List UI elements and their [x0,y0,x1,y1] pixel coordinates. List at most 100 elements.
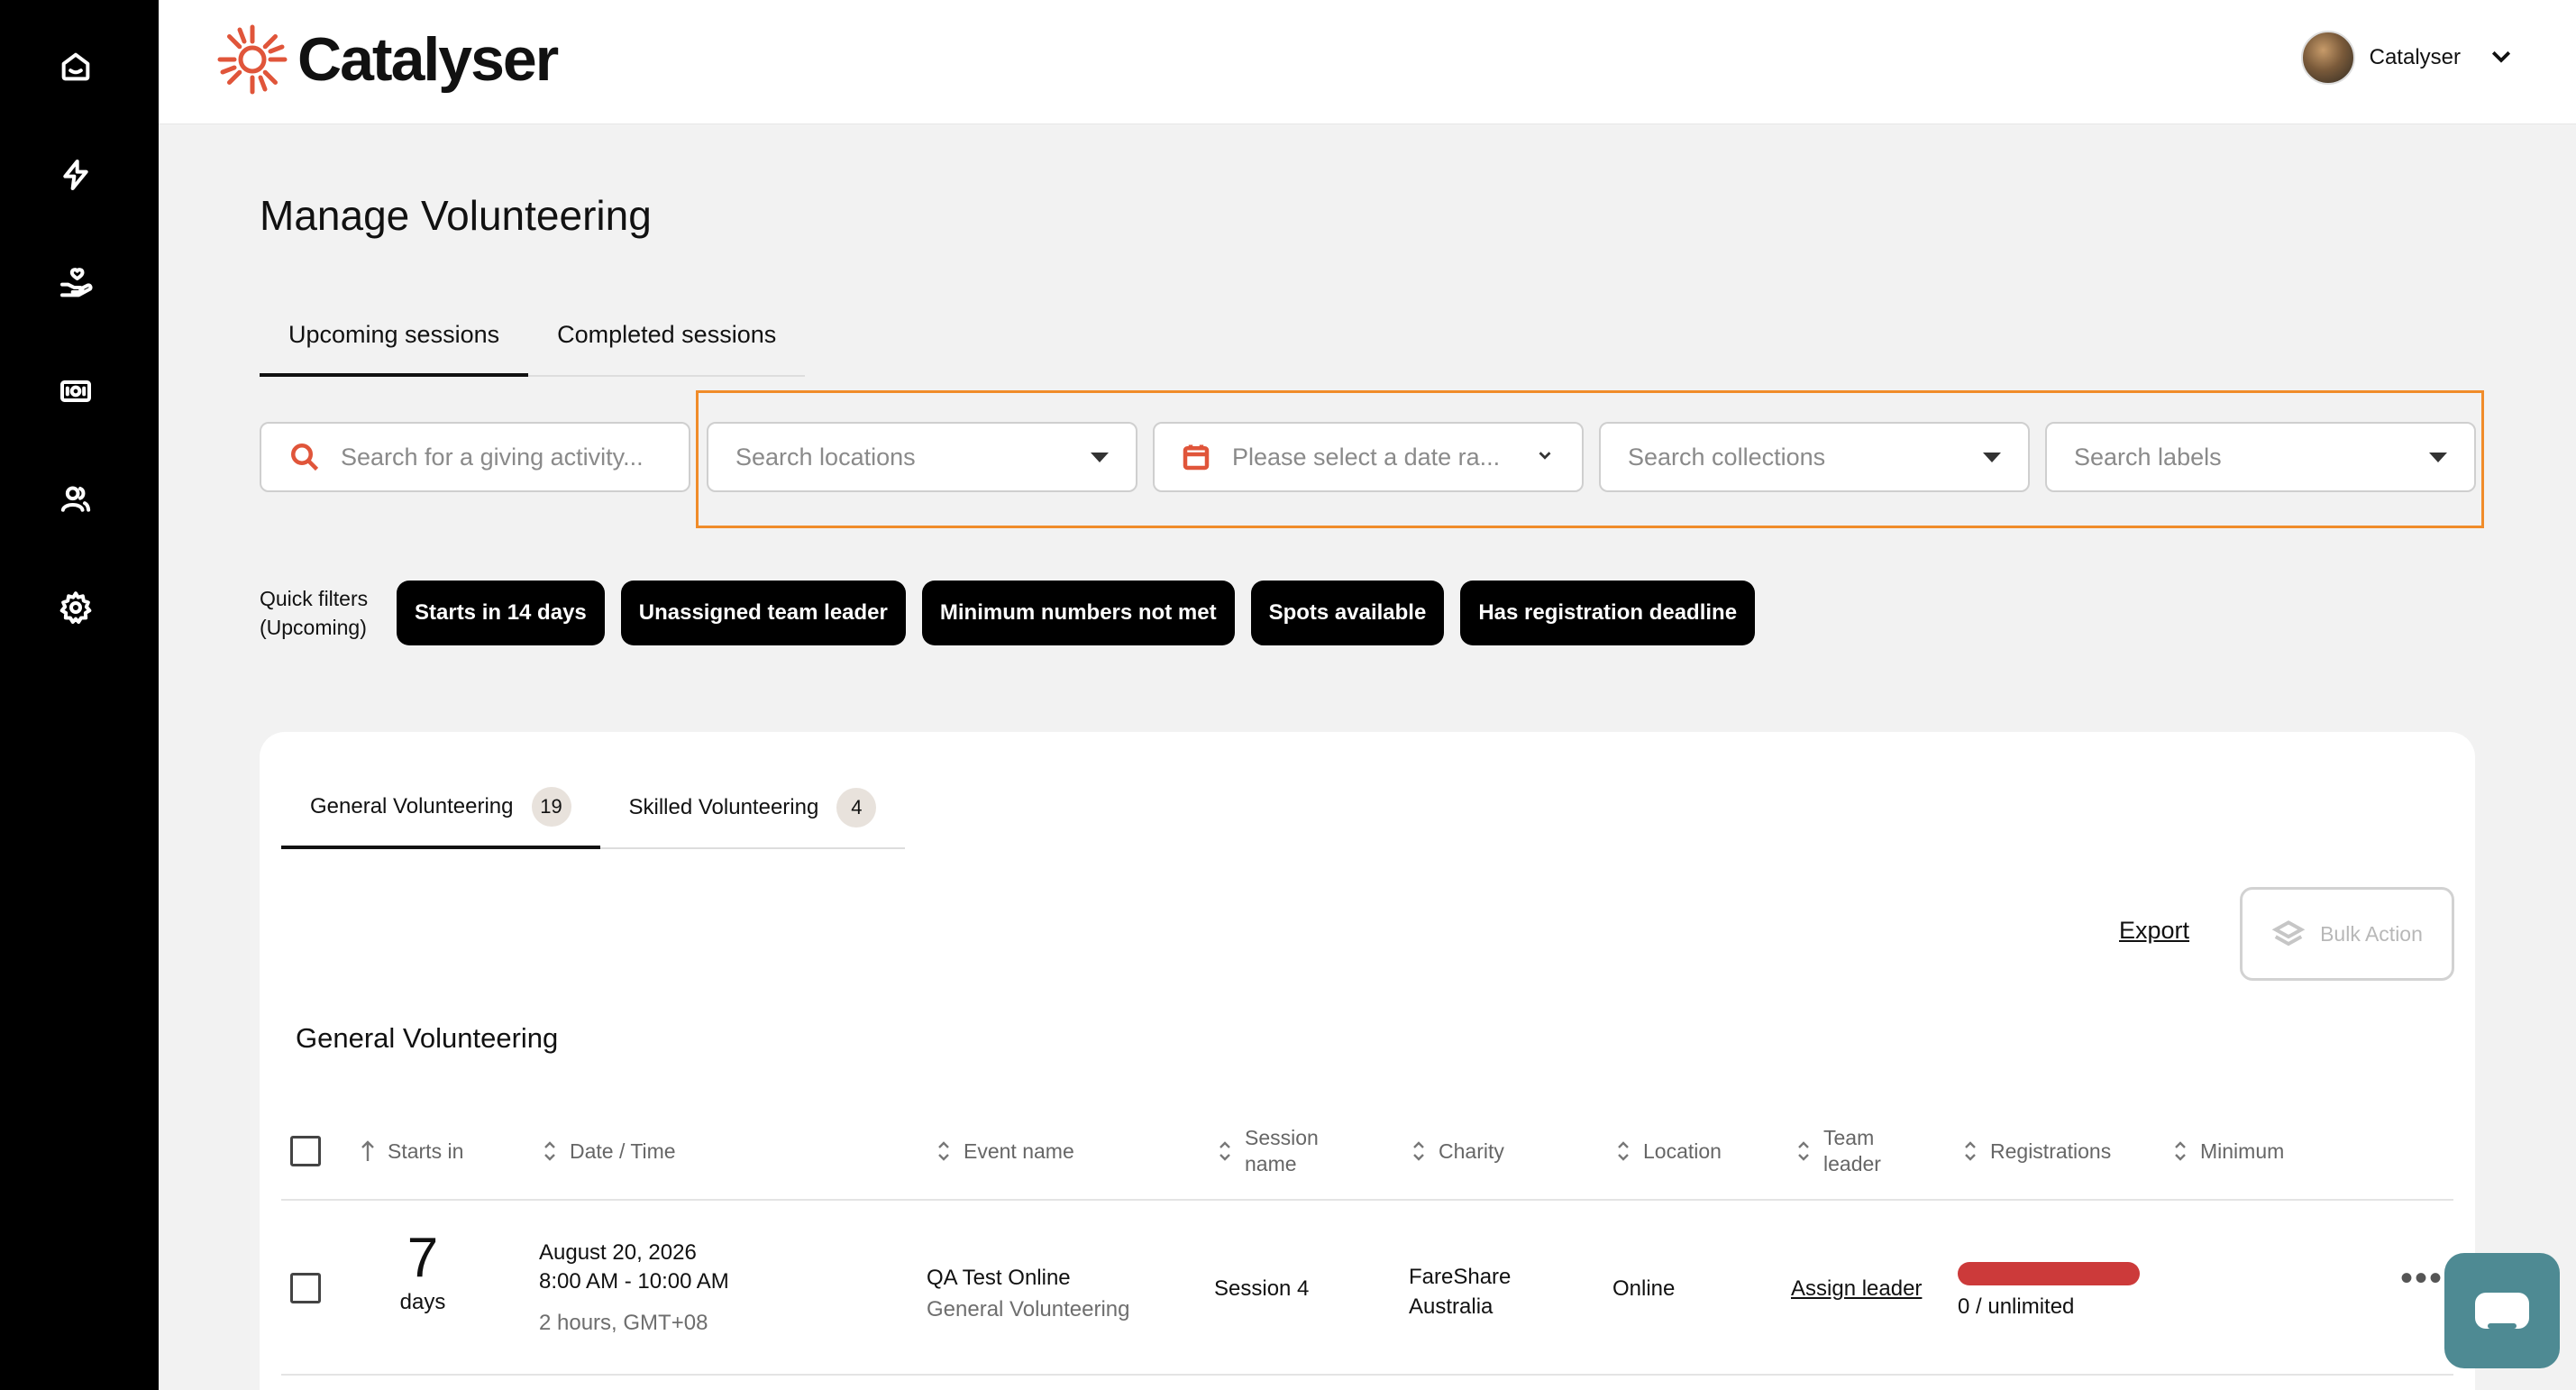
registrations-progress-bar [1958,1262,2140,1285]
date-range-picker[interactable]: Please select a date ra... [1153,422,1584,492]
select-all-checkbox[interactable] [290,1102,321,1201]
tab-general-volunteering[interactable]: General Volunteering 19 [281,768,600,849]
quick-filter-starts-in-14-days[interactable]: Starts in 14 days [397,581,605,645]
chat-support-button[interactable] [2444,1253,2560,1368]
sort-icon [543,1139,557,1163]
column-registrations[interactable]: Registrations [1963,1102,2111,1201]
locations-select[interactable]: Search locations [707,422,1137,492]
volunteering-type-tabs: General Volunteering 19 Skilled Voluntee… [281,768,906,849]
event-name-cell: QA Test Online General Volunteering [927,1262,1130,1325]
sidebar [0,0,159,1390]
activity-search-placeholder: Search for a giving activity... [341,443,644,471]
column-charity[interactable]: Charity [1411,1102,1504,1201]
tab-general-label: General Volunteering [310,794,514,818]
cash-icon[interactable] [52,368,99,415]
quick-filter-minimum-not-met[interactable]: Minimum numbers not met [921,581,1235,645]
hand-heart-icon[interactable] [52,260,99,306]
bulk-action-label: Bulk Action [2320,921,2423,946]
event-type: General Volunteering [927,1297,1130,1321]
sort-icon [2173,1139,2188,1163]
row-checkbox[interactable] [290,1273,321,1303]
column-label: Registrations [1990,1139,2112,1163]
layers-icon [2271,920,2306,946]
quick-filters-label: Quick filters (Upcoming) [260,584,368,642]
gear-icon[interactable] [52,584,99,631]
caret-down-icon [2429,452,2447,462]
lightning-icon[interactable] [52,151,99,198]
quick-filter-chips: Starts in 14 days Unassigned team leader… [397,581,1756,645]
starts-in-unit: days [399,1290,446,1314]
user-menu[interactable]: Catalyser [2300,31,2515,85]
brand-logo[interactable]: Catalyser [215,22,559,97]
export-link[interactable]: Export [2119,917,2189,945]
users-icon[interactable] [52,476,99,523]
registrations-count: 0 / unlimited [1958,1294,2075,1319]
home-icon[interactable] [52,43,99,90]
activity-search-input[interactable]: Search for a giving activity... [260,422,690,492]
sort-icon [1218,1139,1232,1163]
quick-filter-registration-deadline[interactable]: Has registration deadline [1460,581,1756,645]
quick-filter-spots-available[interactable]: Spots available [1250,581,1445,645]
sessions-card: General Volunteering 19 Skilled Voluntee… [260,732,2475,1390]
tab-skilled-volunteering[interactable]: Skilled Volunteering 4 [599,768,906,849]
session-time: 8:00 AM - 10:00 AM [539,1269,729,1294]
column-label: Charity [1439,1139,1504,1163]
sort-icon [1796,1139,1811,1163]
column-label: Location [1643,1139,1722,1163]
assign-leader-link[interactable]: Assign leader [1791,1276,1922,1302]
column-label: Starts in [388,1139,464,1163]
top-header: Catalyser Catalyser [159,0,2576,124]
sort-icon [1411,1139,1426,1163]
tab-upcoming-sessions[interactable]: Upcoming sessions [260,306,529,377]
collections-select[interactable]: Search collections [1599,422,2030,492]
starts-in-cell: 7 days [373,1226,472,1315]
search-icon [288,441,321,473]
labels-placeholder: Search labels [2074,443,2222,471]
bulk-action-button[interactable]: Bulk Action [2240,887,2454,981]
charity-name-line: Australia [1409,1294,1494,1319]
labels-select[interactable]: Search labels [2045,422,2476,492]
event-name: QA Test Online [927,1266,1071,1290]
column-location[interactable]: Location [1616,1102,1722,1201]
sort-icon [1616,1139,1631,1163]
column-team-leader[interactable]: Team leader [1796,1102,1881,1201]
table-header: Starts in Date / Time Event name Session… [281,1102,2453,1201]
calendar-icon [1180,441,1212,473]
charity-cell: FareShare Australia [1409,1262,1511,1321]
table-row[interactable]: 7 days August 20, 2026 8:00 AM - 10:00 A… [281,1203,2453,1376]
chevron-down-icon [1535,444,1555,471]
brand-name: Catalyser [297,25,559,94]
column-label: Session name [1245,1126,1319,1175]
chat-icon [2475,1293,2529,1329]
session-tabs: Upcoming sessions Completed sessions [260,306,806,377]
sort-ascending-icon [361,1139,375,1163]
sort-icon [936,1139,951,1163]
column-label: Team leader [1823,1126,1881,1175]
session-date: August 20, 2026 [539,1240,697,1265]
caret-down-icon [1983,452,2001,462]
chevron-down-icon[interactable] [2488,42,2515,74]
page-title: Manage Volunteering [260,192,652,239]
tab-completed-sessions[interactable]: Completed sessions [528,306,806,377]
quick-filters-label-line1: Quick filters [260,587,369,610]
charity-name-line: FareShare [1409,1265,1512,1289]
column-event-name[interactable]: Event name [936,1102,1074,1201]
tab-skilled-label: Skilled Volunteering [628,795,819,819]
user-name: Catalyser [2369,45,2461,69]
quick-filter-unassigned-team-leader[interactable]: Unassigned team leader [620,581,906,645]
count-badge: 4 [836,788,877,828]
column-minimum[interactable]: Minimum [2173,1102,2284,1201]
more-options-icon[interactable]: ••• [2400,1258,2444,1299]
column-label: Minimum [2200,1139,2285,1163]
column-date-time[interactable]: Date / Time [543,1102,676,1201]
location-value: Online [1612,1276,1676,1301]
section-title: General Volunteering [296,1022,559,1054]
starts-in-number: 7 [406,1227,439,1289]
sort-icon [1963,1139,1978,1163]
quick-filters-label-line2: (Upcoming) [260,616,367,639]
column-session-name[interactable]: Session name [1218,1102,1319,1201]
column-starts-in[interactable]: Starts in [361,1102,463,1201]
date-range-placeholder: Please select a date ra... [1232,443,1501,471]
date-time-cell: August 20, 2026 8:00 AM - 10:00 AM 2 hou… [539,1239,729,1338]
registrations-cell: 0 / unlimited [1958,1262,2140,1320]
